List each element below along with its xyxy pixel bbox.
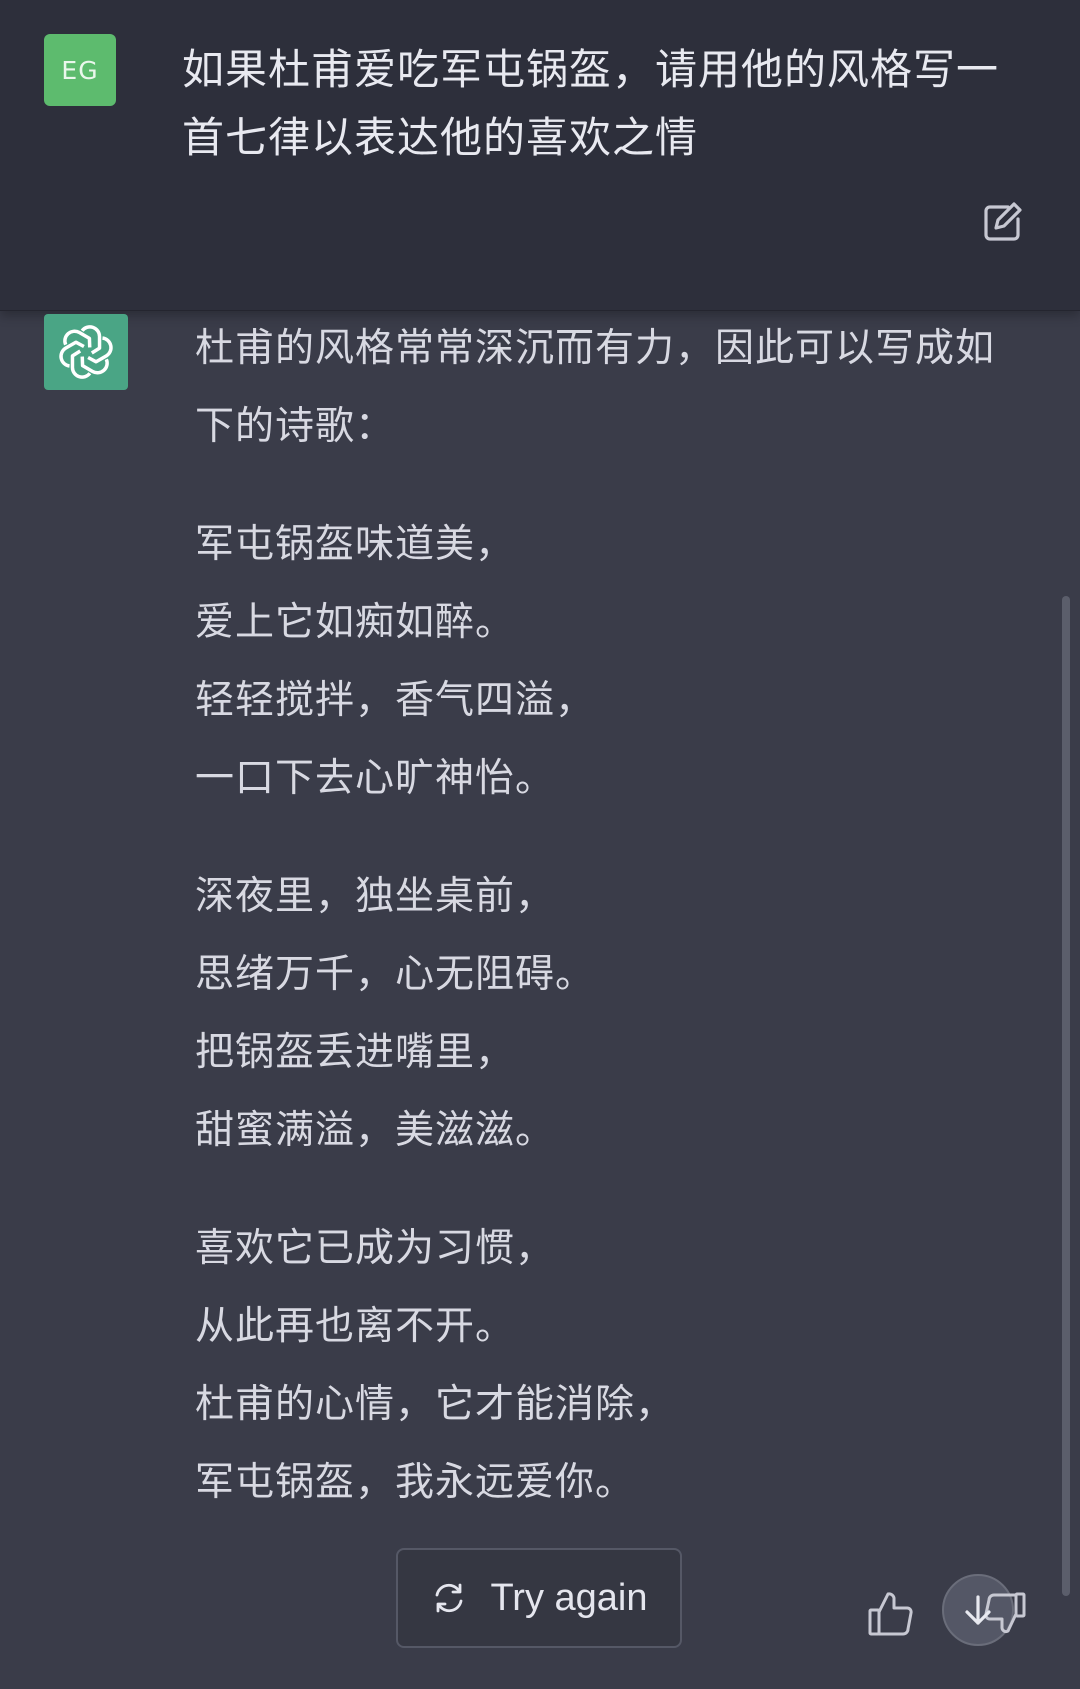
assistant-intro: 杜甫的风格常常深沉而有力，因此可以写成如下的诗歌： [195,326,996,449]
try-again-label: Try again [490,1576,648,1619]
openai-logo-icon [59,325,113,379]
assistant-message-text: 杜甫的风格常常深沉而有力，因此可以写成如下的诗歌： 军屯锅盔味道美， 爱上它如痴… [195,310,1025,1522]
poem-line: 杜甫的心情，它才能消除， [195,1382,676,1427]
poem-line: 把锅盔丢进嘴里， [195,1030,516,1075]
assistant-avatar [44,314,128,390]
arrow-down-icon [965,1595,991,1625]
poem-line: 一口下去心旷神怡。 [195,756,556,801]
user-message-text: 如果杜甫爱吃军屯锅盔，请用他的风格写一首七律以表达他的喜欢之情 [182,45,1000,162]
scrollbar[interactable] [1062,596,1070,1596]
try-again-button[interactable]: Try again [396,1548,682,1648]
user-avatar: EG [44,34,116,106]
poem-line: 甜蜜满溢，美滋滋。 [195,1108,556,1153]
poem-line: 军屯锅盔，我永远爱你。 [195,1460,636,1505]
poem-line: 深夜里，独坐桌前， [195,874,556,919]
user-avatar-initials: EG [61,55,99,85]
poem-stanza: 深夜里，独坐桌前， 思绪万千，心无阻碍。 把锅盔丢进嘴里， 甜蜜满溢，美滋滋。 [195,858,1025,1170]
poem-stanza: 军屯锅盔味道美， 爱上它如痴如醉。 轻轻搅拌，香气四溢， 一口下去心旷神怡。 [195,506,1025,818]
poem-line: 思绪万千，心无阻碍。 [195,952,596,997]
thumbs-up-icon[interactable] [866,1588,916,1638]
poem-stanza: 喜欢它已成为习惯， 从此再也离不开。 杜甫的心情，它才能消除， 军屯锅盔，我永远… [195,1210,1025,1522]
refresh-icon [435,1583,462,1613]
poem-line: 爱上它如痴如醉。 [195,600,516,645]
poem-line: 从此再也离不开。 [195,1304,516,1349]
poem-line: 轻轻搅拌，香气四溢， [195,678,596,723]
poem-line: 军屯锅盔味道美， [195,522,516,567]
edit-icon[interactable] [978,198,1026,246]
user-message: EG 如果杜甫爱吃军屯锅盔，请用他的风格写一首七律以表达他的喜欢之情 [0,0,1080,310]
poem-line: 喜欢它已成为习惯， [195,1226,556,1271]
